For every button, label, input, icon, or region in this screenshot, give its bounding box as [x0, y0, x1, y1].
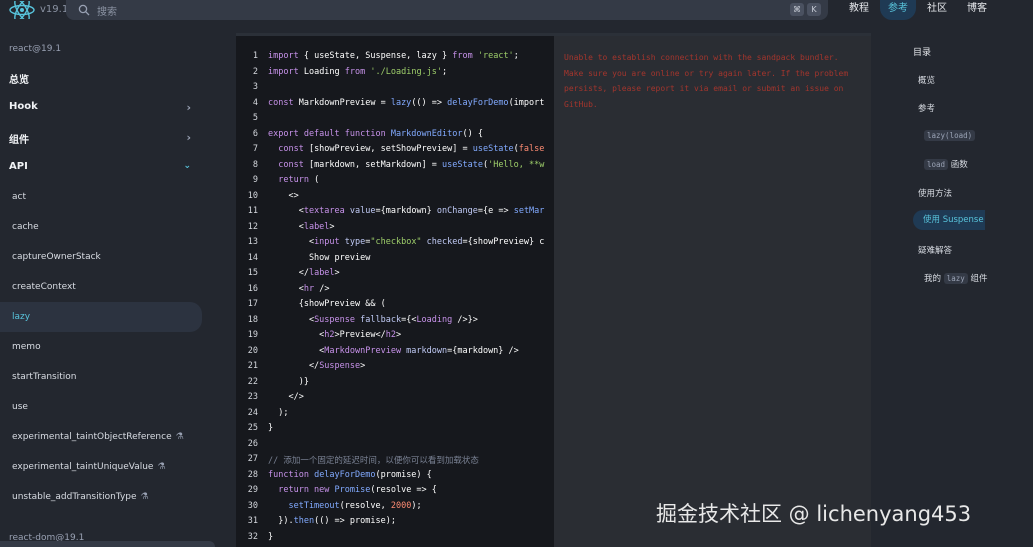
sidebar-item-lazy[interactable]: lazy [0, 302, 202, 332]
sidebar-item-api[interactable]: API ⌄ [9, 161, 199, 172]
code-line: 6 export default function MarkdownEditor(… [252, 129, 483, 139]
toc-item-load-function[interactable]: load 函数 [924, 158, 968, 170]
preview-panel: Unable to establish connection with the … [554, 33, 871, 547]
search-input[interactable]: 搜索 ⌘ K [66, 0, 828, 20]
code-line: 15 </label> [247, 268, 340, 278]
sidebar-item-label: Hook [9, 101, 38, 112]
kbd-k: K [807, 3, 821, 16]
sidebar-item-taint-object[interactable]: experimental_taintObjectReference ⚗ [0, 422, 202, 452]
code-line: 27// 添加一个固定的延迟时间，以便你可以看到加载状态 [247, 454, 479, 466]
sidebar-item-add-transition-type[interactable]: unstable_addTransitionType ⚗ [0, 482, 202, 512]
sandpack-error-message: Unable to establish connection with the … [564, 53, 849, 109]
toc-item-usage[interactable]: 使用方法 [918, 187, 952, 199]
code-line: 31 }).then(() => promise); [247, 516, 396, 526]
code-line: 22 )} [247, 377, 309, 387]
code-editor[interactable]: 1 import { useState, Suspense, lazy } fro… [236, 33, 554, 547]
sidebar-item-taint-unique[interactable]: experimental_taintUniqueValue ⚗ [0, 452, 202, 482]
code-line: 9 return ( [252, 175, 320, 185]
code-line: 29 return new Promise(resolve => { [247, 485, 437, 495]
toc-title: 目录 [913, 48, 932, 58]
code-line: 25} [247, 423, 274, 433]
code-line: 17 {showPreview && ( [247, 299, 386, 309]
code-line: 12 <label> [247, 222, 335, 232]
sidebar-item-cache[interactable]: cache [0, 212, 202, 242]
code-line: 13 <input type="checkbox" checked={showP… [247, 237, 545, 247]
code-line: 23 </> [247, 392, 304, 402]
code-line: 3 [252, 82, 258, 92]
sidebar-item-label: unstable_addTransitionType [12, 492, 137, 502]
sidebar-item-components[interactable]: 组件 › [9, 131, 199, 146]
sidebar-item-label: 组件 [9, 135, 29, 146]
code-line: 11 <textarea value={markdown} onChange={… [247, 206, 545, 216]
code-line: 19 <h2>Preview</h2> [247, 330, 402, 340]
version-label[interactable]: v19.1 [40, 4, 68, 15]
code-line: 18 <Suspense fallback={<Loading />}> [247, 315, 478, 325]
chevron-down-icon: ⌄ [183, 161, 191, 171]
sidebar-item-label: 总览 [9, 75, 29, 86]
sidebar-item-overview[interactable]: 总览 [9, 71, 199, 86]
sidebar-pkg-react: react@19.1 [9, 44, 62, 54]
sidebar-item-starttransition[interactable]: startTransition [0, 362, 202, 392]
nav-learn[interactable]: 教程 [842, 0, 876, 20]
search-icon [78, 4, 90, 16]
toc-item-troubleshooting[interactable]: 疑难解答 [918, 244, 952, 256]
code-line: 7 const [showPreview, setShowPreview] = … [252, 144, 545, 154]
code-line: 16 <hr /> [247, 284, 330, 294]
nav-community[interactable]: 社区 [920, 0, 954, 20]
code-line: 14 Show preview [247, 253, 371, 263]
sidebar-item-label: experimental_taintObjectReference [12, 432, 172, 442]
code-line: 4 const MarkdownPreview = lazy(() => dela… [252, 98, 545, 108]
lab-flask-icon: ⚗ [140, 492, 149, 502]
search-placeholder: 搜索 [97, 7, 117, 18]
sidebar-scroll-edge [0, 541, 215, 547]
code-line: 30 setTimeout(resolve, 2000); [247, 501, 422, 511]
lab-flask-icon: ⚗ [157, 462, 166, 472]
code-line: 32} [247, 532, 274, 542]
code-line: 21 </Suspense> [247, 361, 366, 371]
sidebar-item-label: API [9, 161, 28, 172]
watermark: 掘金技术社区 @ lichenyang453 [656, 502, 972, 526]
sidebar-item-hook[interactable]: Hook › [9, 101, 199, 114]
code-line: 24 ); [247, 408, 289, 418]
kbd-cmd: ⌘ [790, 3, 804, 16]
nav-blog[interactable]: 博客 [960, 0, 994, 20]
sidebar-item-label: experimental_taintUniqueValue [12, 462, 154, 472]
top-bar: v19.1 搜索 ⌘ K 教程 参考 社区 博客 [0, 0, 1033, 20]
code-line: 8 const [markdown, setMarkdown] = useSta… [252, 160, 545, 170]
toc-item-overview[interactable]: 概览 [918, 74, 935, 86]
sidebar-item-createcontext[interactable]: createContext [0, 272, 202, 302]
nav-reference[interactable]: 参考 [880, 0, 916, 20]
code-line: 20 <MarkdownPreview markdown={markdown} … [247, 346, 519, 356]
toc-item-use-suspense[interactable]: 使用 Suspense [913, 210, 985, 230]
code-line: 1 import { useState, Suspense, lazy } fro… [252, 51, 519, 61]
sidebar-item-use[interactable]: use [0, 392, 202, 422]
chevron-right-icon: › [186, 101, 191, 114]
code-line: 10 <> [247, 191, 299, 201]
sidebar: react@19.1 总览 Hook › 组件 › API ⌄ act cache c… [0, 36, 215, 547]
code-line: 26 [247, 439, 258, 449]
code-line: 2 import Loading from './Loading.js'; [252, 67, 448, 77]
react-logo-icon[interactable] [8, 1, 36, 19]
code-line: 28 function delayForDemo(promise) { [247, 470, 432, 480]
sidebar-item-captureownerstack[interactable]: captureOwnerStack [0, 242, 202, 272]
toc-item-my-lazy-component[interactable]: 我的 lazy 组件 [924, 272, 988, 284]
sidebar-item-memo[interactable]: memo [0, 332, 202, 362]
sidebar-item-act[interactable]: act [0, 182, 202, 212]
chevron-right-icon: › [186, 131, 191, 144]
toc-item-lazy-load[interactable]: lazy(load) [924, 130, 976, 141]
toc-item-reference[interactable]: 参考 [918, 102, 935, 114]
lab-flask-icon: ⚗ [175, 432, 184, 442]
code-line: 5 [252, 113, 258, 123]
